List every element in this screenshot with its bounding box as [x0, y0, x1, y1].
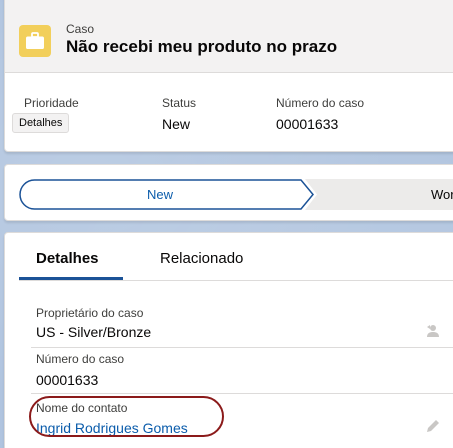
highlight-value-case-number: 00001633: [276, 116, 339, 132]
field-label-case-number: Número do caso: [36, 352, 125, 366]
priority-details-button[interactable]: Detalhes: [12, 113, 70, 133]
record-header: Caso Não recebi meu produto no prazo Pri…: [4, 0, 453, 152]
pencil-icon[interactable]: [425, 418, 441, 439]
field-divider: [31, 393, 453, 394]
tab-related[interactable]: Relacionado: [160, 250, 243, 267]
status-path: New Wor: [4, 164, 453, 221]
path-step-new-label: New: [146, 187, 173, 202]
highlight-value-status: New: [162, 116, 191, 132]
field-divider: [31, 347, 453, 348]
path-step-next-label: Wor: [431, 187, 453, 202]
record-header-top: Caso Não recebi meu produto no prazo: [5, 0, 453, 73]
highlight-label-status: Status: [162, 96, 197, 110]
field-value-owner: US - Silver/Bronze: [36, 324, 152, 340]
highlight-label-case-number: Número do caso: [276, 96, 365, 110]
change-owner-icon[interactable]: [425, 323, 441, 344]
briefcase-icon: [19, 25, 51, 57]
path-step-new[interactable]: New: [19, 179, 315, 210]
field-label-owner: Proprietário do caso: [36, 306, 144, 320]
field-value-case-number: 00001633: [36, 372, 99, 388]
page-title: Não recebi meu produto no prazo: [66, 37, 338, 56]
tab-divider: [19, 280, 453, 281]
details-panel: Detalhes Relacionado Proprietário do cas…: [4, 232, 453, 448]
path-step-next[interactable]: Wor: [305, 179, 453, 210]
tab-details[interactable]: Detalhes: [36, 250, 99, 267]
highlight-label-priority: Prioridade: [24, 96, 79, 110]
annotation-highlight-oval: [29, 396, 224, 437]
object-label: Caso: [66, 22, 95, 36]
